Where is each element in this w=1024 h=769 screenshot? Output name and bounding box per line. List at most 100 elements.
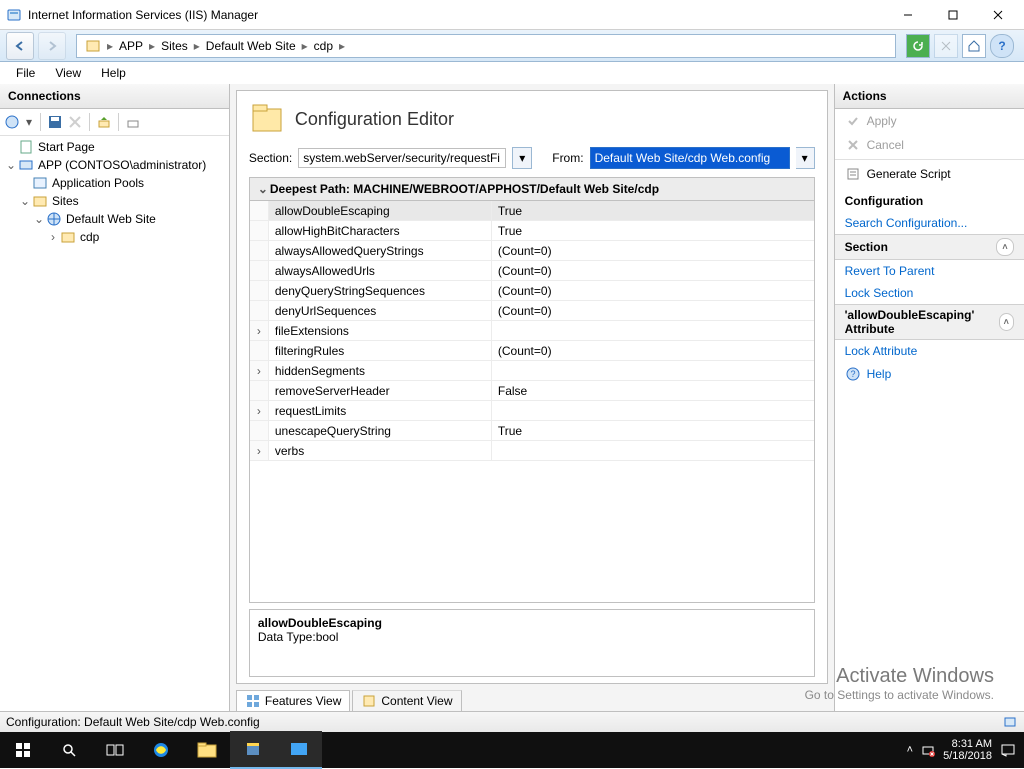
connections-header: Connections [0,84,229,109]
tree-cdp[interactable]: › cdp [0,228,229,246]
collapse-icon[interactable]: ⌄ [32,212,46,226]
breadcrumb-item[interactable]: cdp [310,35,337,57]
back-button[interactable] [6,32,34,60]
property-row[interactable]: denyQueryStringSequences(Count=0) [250,281,814,301]
expand-icon[interactable]: › [250,401,269,420]
taskbar-explorer[interactable] [184,732,230,768]
menu-view[interactable]: View [45,64,91,82]
property-row[interactable]: ›verbs [250,441,814,461]
expand-icon [250,241,269,260]
search-button[interactable] [46,732,92,768]
tray-up-icon[interactable]: ˄ [907,744,913,756]
tree-app-pools[interactable]: Application Pools [0,174,229,192]
chevron-up-icon[interactable]: ˄ [999,313,1014,331]
action-lock-attribute[interactable]: Lock Attribute [835,340,1024,362]
cancel-icon [845,137,861,153]
property-value[interactable] [492,401,814,420]
action-help[interactable]: ? Help [835,362,1024,386]
property-value[interactable]: (Count=0) [492,341,814,360]
close-button[interactable] [975,0,1020,29]
section-dropdown[interactable]: ▾ [512,147,532,169]
property-value[interactable] [492,361,814,380]
property-grid[interactable]: ⌄ Deepest Path: MACHINE/WEBROOT/APPHOST/… [249,177,815,603]
collapse-icon[interactable]: ⌄ [256,182,270,196]
up-icon[interactable] [96,114,112,130]
action-lock-section[interactable]: Lock Section [835,282,1024,304]
tray-clock[interactable]: 8:31 AM 5/18/2018 [943,738,992,762]
dropdown-icon[interactable]: ▾ [24,114,34,130]
settings-icon[interactable] [125,114,141,130]
taskbar-app[interactable] [276,731,322,769]
tray-network-icon[interactable] [921,743,935,757]
collapse-icon[interactable]: ⌄ [18,194,32,208]
chevron-up-icon[interactable]: ˄ [996,238,1014,256]
tree-server[interactable]: ⌄ APP (CONTOSO\administrator) [0,156,229,174]
property-key: alwaysAllowedQueryStrings [269,241,492,260]
property-row[interactable]: denyUrlSequences(Count=0) [250,301,814,321]
from-dropdown[interactable]: ▾ [796,147,815,169]
property-row[interactable]: filteringRules(Count=0) [250,341,814,361]
property-row[interactable]: allowDoubleEscapingTrue [250,201,814,221]
property-row[interactable]: removeServerHeaderFalse [250,381,814,401]
property-row[interactable]: alwaysAllowedQueryStrings(Count=0) [250,241,814,261]
breadcrumb-item[interactable]: Default Web Site [202,35,300,57]
expand-icon[interactable]: › [250,441,269,460]
property-row[interactable]: alwaysAllowedUrls(Count=0) [250,261,814,281]
stop-button[interactable] [934,34,958,58]
help-button[interactable]: ? [990,34,1014,58]
property-value[interactable]: (Count=0) [492,241,814,260]
section-input[interactable] [298,148,506,168]
status-icon [1002,714,1018,730]
property-row[interactable]: ›requestLimits [250,401,814,421]
connect-icon[interactable] [4,114,20,130]
tree-sites[interactable]: ⌄ Sites [0,192,229,210]
property-value[interactable]: (Count=0) [492,301,814,320]
taskbar-ie[interactable] [138,732,184,768]
taskbar: ˄ 8:31 AM 5/18/2018 [0,732,1024,768]
from-select[interactable]: Default Web Site/cdp Web.config [590,147,790,169]
tab-features-view[interactable]: Features View [236,690,350,712]
property-value[interactable]: True [492,421,814,440]
property-row[interactable]: ›fileExtensions [250,321,814,341]
taskbar-iis[interactable] [230,731,276,769]
expand-icon[interactable]: › [250,361,269,380]
refresh-button[interactable] [906,34,930,58]
property-value[interactable]: (Count=0) [492,281,814,300]
property-value[interactable]: (Count=0) [492,261,814,280]
expand-icon[interactable]: › [250,321,269,340]
maximize-button[interactable] [930,0,975,29]
property-value[interactable]: True [492,221,814,240]
expand-icon[interactable]: › [46,230,60,244]
start-button[interactable] [0,732,46,768]
tab-content-view[interactable]: Content View [352,690,461,712]
home-button[interactable] [962,34,986,58]
property-value[interactable]: False [492,381,814,400]
tree-default-site[interactable]: ⌄ Default Web Site [0,210,229,228]
tray-notifications-icon[interactable] [1000,742,1016,758]
breadcrumb[interactable]: ▸ APP ▸ Sites ▸ Default Web Site ▸ cdp ▸ [76,34,896,58]
breadcrumb-item[interactable]: Sites [157,35,192,57]
action-generate-script[interactable]: Generate Script [835,162,1024,186]
forward-button[interactable] [38,32,66,60]
globe-icon [46,211,62,227]
property-value[interactable]: True [492,201,814,220]
property-row[interactable]: unescapeQueryStringTrue [250,421,814,441]
action-revert-to-parent[interactable]: Revert To Parent [835,260,1024,282]
breadcrumb-item[interactable]: APP [115,35,147,57]
collapse-icon[interactable]: ⌄ [4,158,18,172]
delete-icon[interactable] [67,114,83,130]
connections-tree[interactable]: Start Page ⌄ APP (CONTOSO\administrator)… [0,136,229,712]
taskview-button[interactable] [92,732,138,768]
tree-start-page[interactable]: Start Page [0,138,229,156]
property-value[interactable] [492,321,814,340]
minimize-button[interactable] [885,0,930,29]
property-row[interactable]: allowHighBitCharactersTrue [250,221,814,241]
menu-help[interactable]: Help [91,64,136,82]
system-tray[interactable]: ˄ 8:31 AM 5/18/2018 [907,738,1024,762]
property-value[interactable] [492,441,814,460]
menu-file[interactable]: File [6,64,45,82]
property-grid-header[interactable]: ⌄ Deepest Path: MACHINE/WEBROOT/APPHOST/… [250,178,814,201]
save-icon[interactable] [47,114,63,130]
property-row[interactable]: ›hiddenSegments [250,361,814,381]
action-search-configuration[interactable]: Search Configuration... [835,212,1024,234]
